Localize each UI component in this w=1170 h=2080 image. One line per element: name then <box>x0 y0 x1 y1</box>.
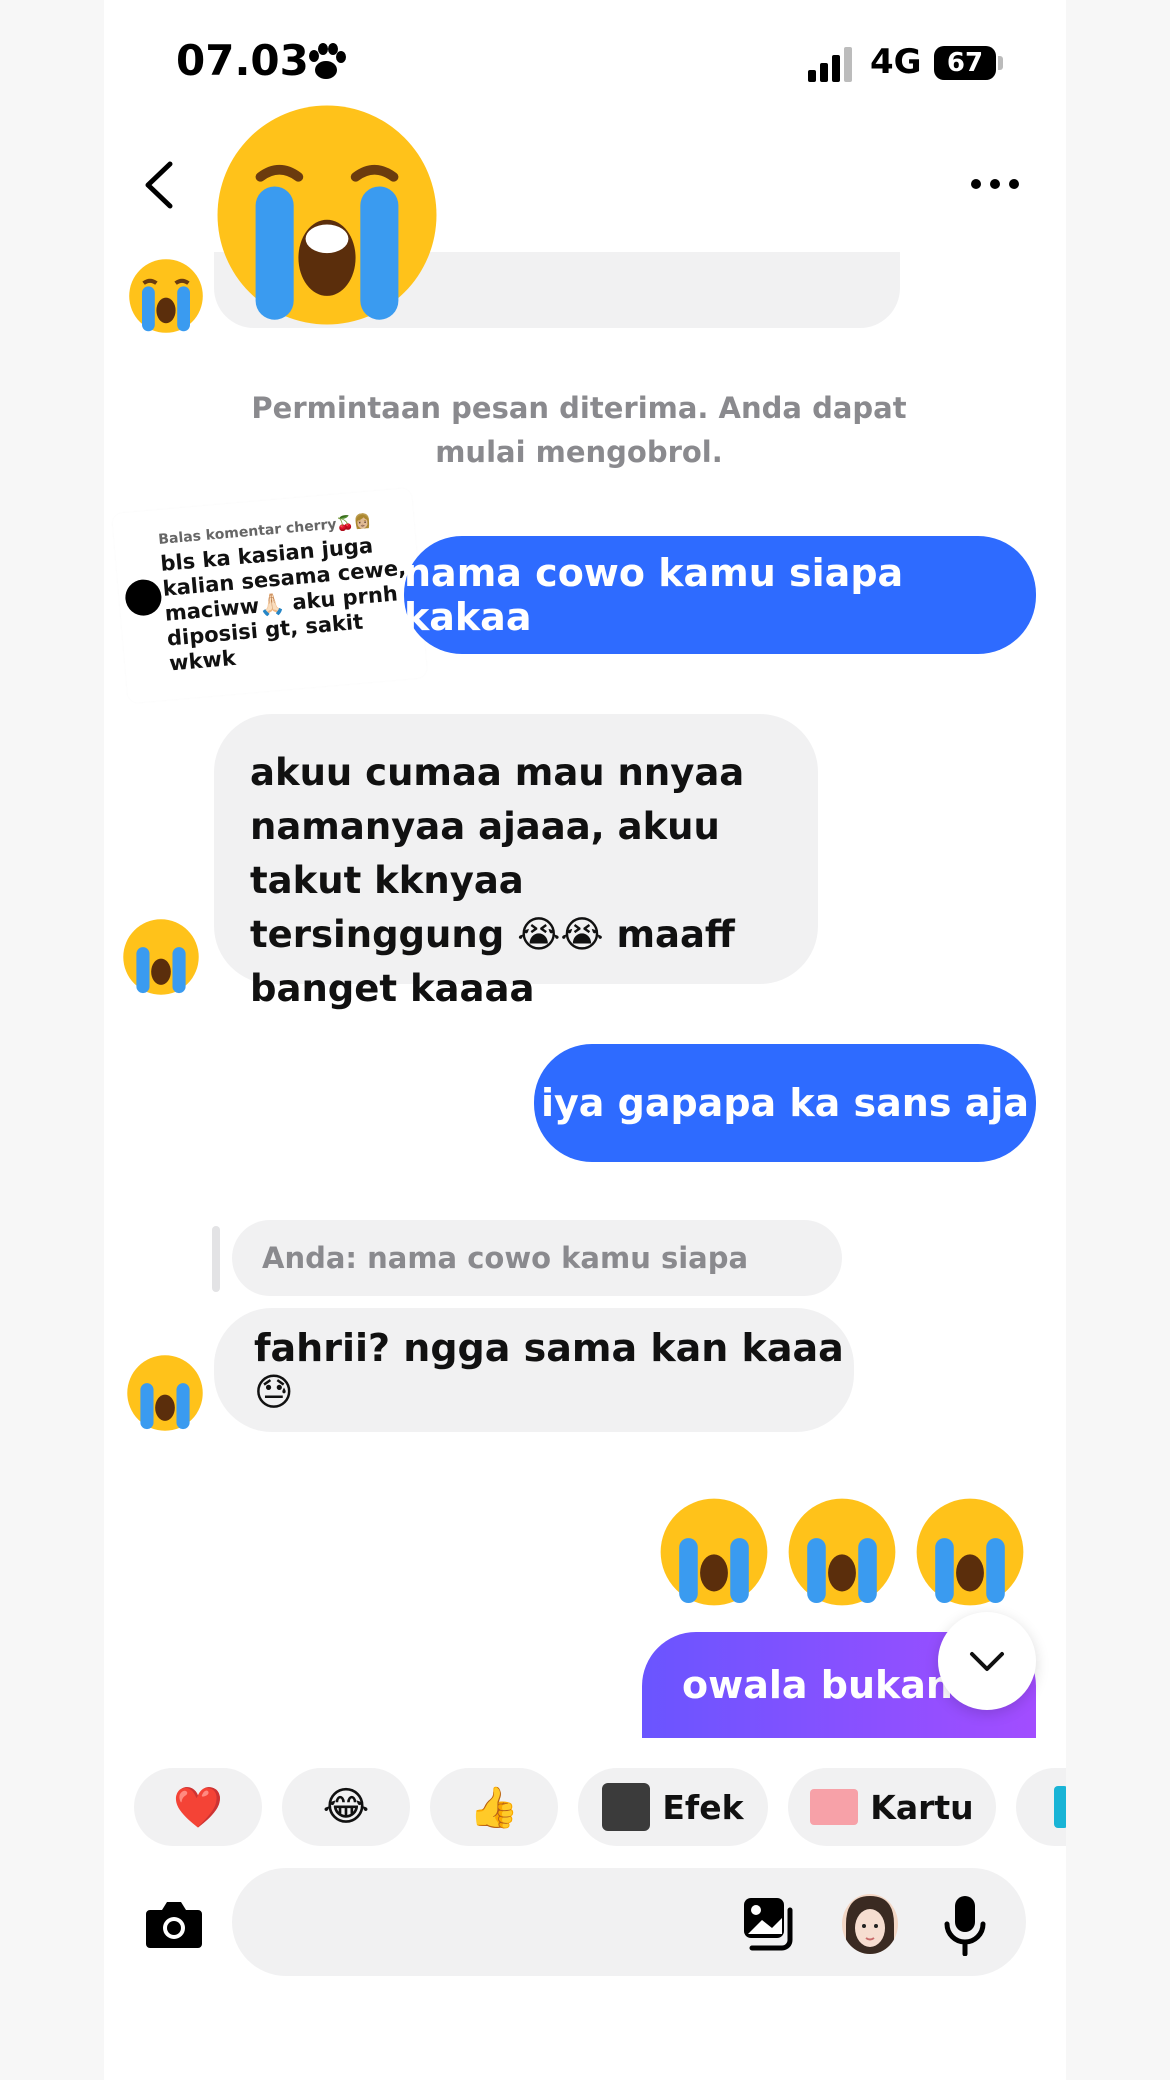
right-margin <box>1066 0 1170 2080</box>
left-margin <box>0 0 104 2080</box>
camera-icon[interactable] <box>144 1896 204 1952</box>
scroll-to-bottom-button[interactable] <box>938 1612 1036 1710</box>
quoted-message[interactable]: Anda: nama cowo kamu siapa kak... <box>232 1220 842 1351</box>
incoming-message[interactable]: fahrii? ngga sama kan kaaa😓 <box>214 1308 854 1432</box>
chip-more[interactable] <box>1016 1768 1066 1846</box>
crying-emoji[interactable] <box>784 1494 900 1610</box>
chip-heart[interactable]: ❤️ <box>134 1768 262 1846</box>
back-arrow-icon[interactable] <box>140 160 176 210</box>
crying-emoji-sticker <box>217 105 437 325</box>
microphone-icon[interactable] <box>942 1894 988 1956</box>
system-message: Permintaan pesan diterima. Anda dapat mu… <box>251 391 907 469</box>
chip-thumbs-up[interactable]: 👍 <box>430 1768 558 1846</box>
battery-cap <box>998 56 1003 70</box>
comment-reply-card[interactable]: Balas komentar cherry🍒👩🏼 bls ka kasian j… <box>112 487 428 704</box>
message-input[interactable] <box>232 1868 1026 1976</box>
paw-icon <box>309 43 346 79</box>
contact-avatar-icon[interactable] <box>124 1352 206 1434</box>
commenter-avatar <box>123 578 163 618</box>
gallery-icon[interactable] <box>740 1894 798 1952</box>
chip-effect[interactable]: Efek <box>578 1768 768 1846</box>
incoming-message[interactable]: akuu cumaa mau nnyaa namanyaa ajaaa, aku… <box>214 714 818 1010</box>
battery-indicator: 67 <box>934 46 996 80</box>
network-type: 4G <box>870 42 922 82</box>
chevron-down-icon <box>970 1652 1004 1671</box>
outgoing-message[interactable]: iya gapapa ka sans aja <box>534 1044 1036 1162</box>
chip-more-icon <box>1054 1786 1066 1828</box>
chat-screen: 07.03 4G 67 Permintaan pesan diterima. A… <box>104 0 1066 2080</box>
chip-laugh[interactable]: 😂 <box>282 1768 410 1846</box>
chip-effect-label: Efek <box>662 1787 744 1827</box>
quote-bar <box>212 1226 220 1292</box>
effect-thumbnail-icon <box>602 1783 651 1831</box>
avatar-sticker-icon[interactable] <box>842 1894 898 1954</box>
crying-emoji[interactable] <box>656 1494 772 1610</box>
more-options-icon[interactable] <box>970 178 1020 190</box>
chip-card[interactable]: Kartu <box>788 1768 996 1846</box>
contact-avatar-icon[interactable] <box>120 916 202 998</box>
status-time: 07.03 <box>176 36 309 85</box>
reply-card-text: bls ka kasian juga kalian sesama cewe, m… <box>159 533 407 676</box>
card-ribbon-icon <box>810 1789 859 1825</box>
signal-icon <box>808 47 852 82</box>
outgoing-message[interactable]: nama cowo kamu siapa kakaa <box>404 536 1036 654</box>
chip-card-label: Kartu <box>870 1787 974 1827</box>
contact-avatar-icon[interactable] <box>126 256 206 336</box>
crying-emoji[interactable] <box>912 1494 1028 1610</box>
